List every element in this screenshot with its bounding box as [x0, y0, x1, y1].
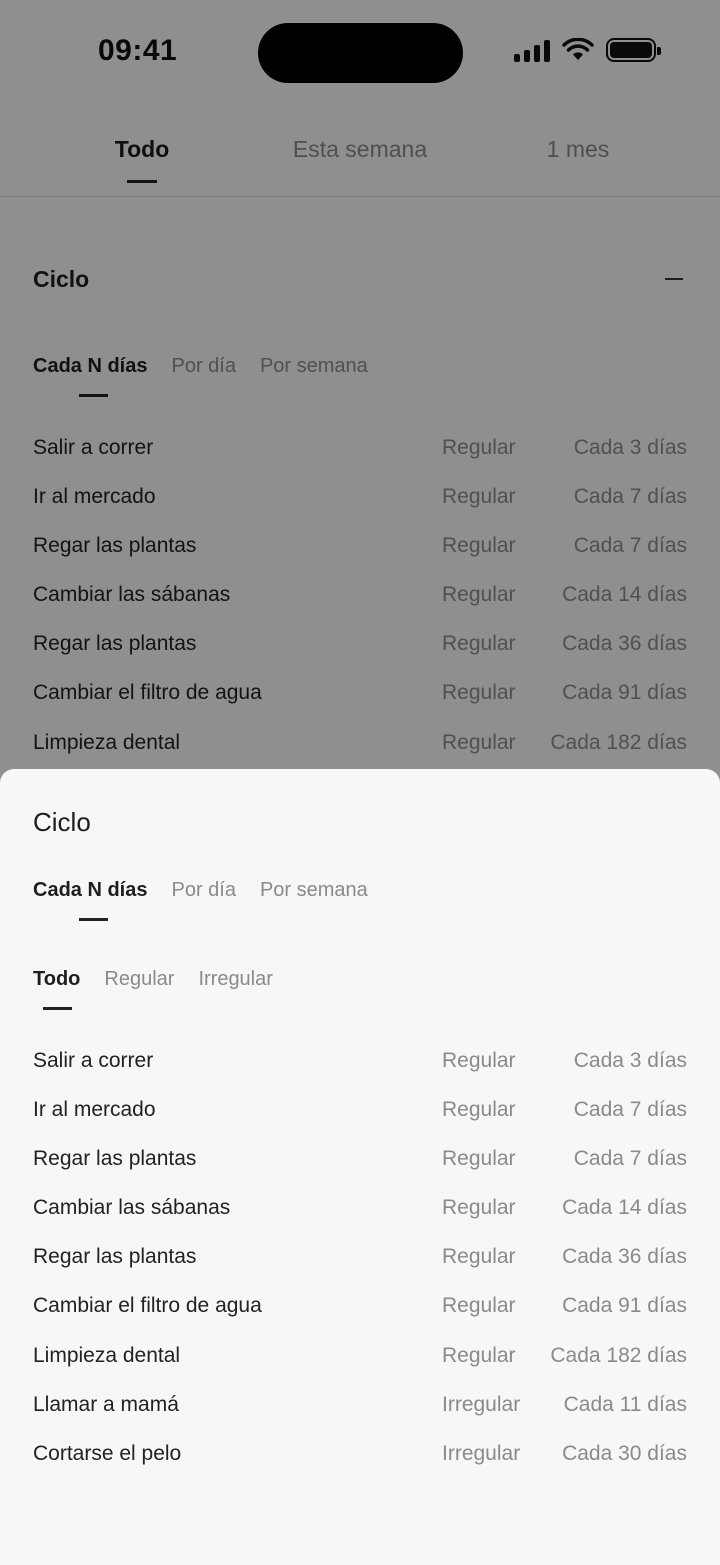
item-frequency: Cada 30 días [562, 1441, 687, 1465]
item-name: Ir al mercado [33, 1098, 156, 1122]
item-frequency: Cada 3 días [573, 1049, 687, 1072]
item-type: Regular [442, 1343, 516, 1367]
list-item[interactable]: Regar las plantas Regular Cada 7 días [33, 1147, 687, 1196]
item-frequency: Cada 182 días [550, 1343, 687, 1367]
item-type: Regular [442, 1147, 516, 1171]
list-item[interactable]: Cambiar las sábanas Regular Cada 14 días [33, 1196, 687, 1245]
item-name: Regar las plantas [33, 1147, 197, 1171]
item-name: Cambiar el filtro de agua [33, 1294, 262, 1318]
sheet-filter-tabs: Todo Regular Irregular [33, 968, 273, 991]
screen: 09:41 Todo Esta semana 1 mes Ciclo Cada … [0, 0, 720, 1565]
item-type: Regular [442, 1196, 516, 1220]
sheet-cycle-tab-indicator [79, 918, 108, 921]
bottom-sheet: Ciclo Cada N días Por día Por semana Tod… [0, 769, 720, 1565]
sheet-title: Ciclo [33, 807, 91, 837]
list-item[interactable]: Cambiar el filtro de agua Regular Cada 91 … [33, 1294, 687, 1343]
item-type: Regular [442, 1049, 516, 1072]
list-item[interactable]: Cortarse el pelo Irregular Cada 30 días [33, 1442, 687, 1491]
item-type: Regular [442, 1294, 516, 1318]
item-name: Salir a correr [33, 1049, 154, 1072]
item-frequency: Cada 36 días [562, 1245, 687, 1269]
item-frequency: Cada 14 días [562, 1196, 687, 1220]
item-type: Regular [442, 1098, 516, 1122]
filter-tab-regular[interactable]: Regular [104, 968, 174, 991]
item-type: Irregular [442, 1392, 521, 1416]
item-name: Cortarse el pelo [33, 1441, 182, 1465]
filter-tab-irregular[interactable]: Irregular [198, 968, 272, 991]
item-type: Regular [442, 1245, 516, 1269]
item-name: Llamar a mamá [33, 1392, 179, 1416]
list-item[interactable]: Regar las plantas Regular Cada 36 días [33, 1245, 687, 1294]
item-name: Limpieza dental [33, 1343, 181, 1367]
list-item[interactable]: Ir al mercado Regular Cada 7 días [33, 1098, 687, 1147]
item-name: Regar las plantas [33, 1245, 197, 1269]
item-frequency: Cada 7 días [573, 1098, 687, 1122]
sheet-filter-tab-indicator [43, 1007, 72, 1010]
sheet-habit-list: Salir a correr Regular Cada 3 días Ir al m… [33, 1049, 687, 1491]
sheet-cycle-tab-por-dia[interactable]: Por día [171, 879, 235, 902]
list-item[interactable]: Limpieza dental Regular Cada 182 días [33, 1344, 687, 1393]
sheet-cycle-tabs: Cada N días Por día Por semana [33, 879, 368, 902]
item-name: Cambiar las sábanas [33, 1196, 231, 1220]
item-frequency: Cada 7 días [573, 1147, 687, 1171]
item-frequency: Cada 11 días [563, 1392, 687, 1416]
sheet-cycle-tab-cada-n-dias[interactable]: Cada N días [33, 879, 147, 902]
filter-tab-todo[interactable]: Todo [33, 968, 80, 991]
list-item[interactable]: Salir a correr Regular Cada 3 días [33, 1049, 687, 1098]
sheet-cycle-tab-por-semana[interactable]: Por semana [260, 879, 368, 902]
item-frequency: Cada 91 días [562, 1294, 687, 1318]
item-type: Irregular [442, 1441, 521, 1465]
list-item[interactable]: Llamar a mamá Irregular Cada 11 días [33, 1393, 687, 1442]
